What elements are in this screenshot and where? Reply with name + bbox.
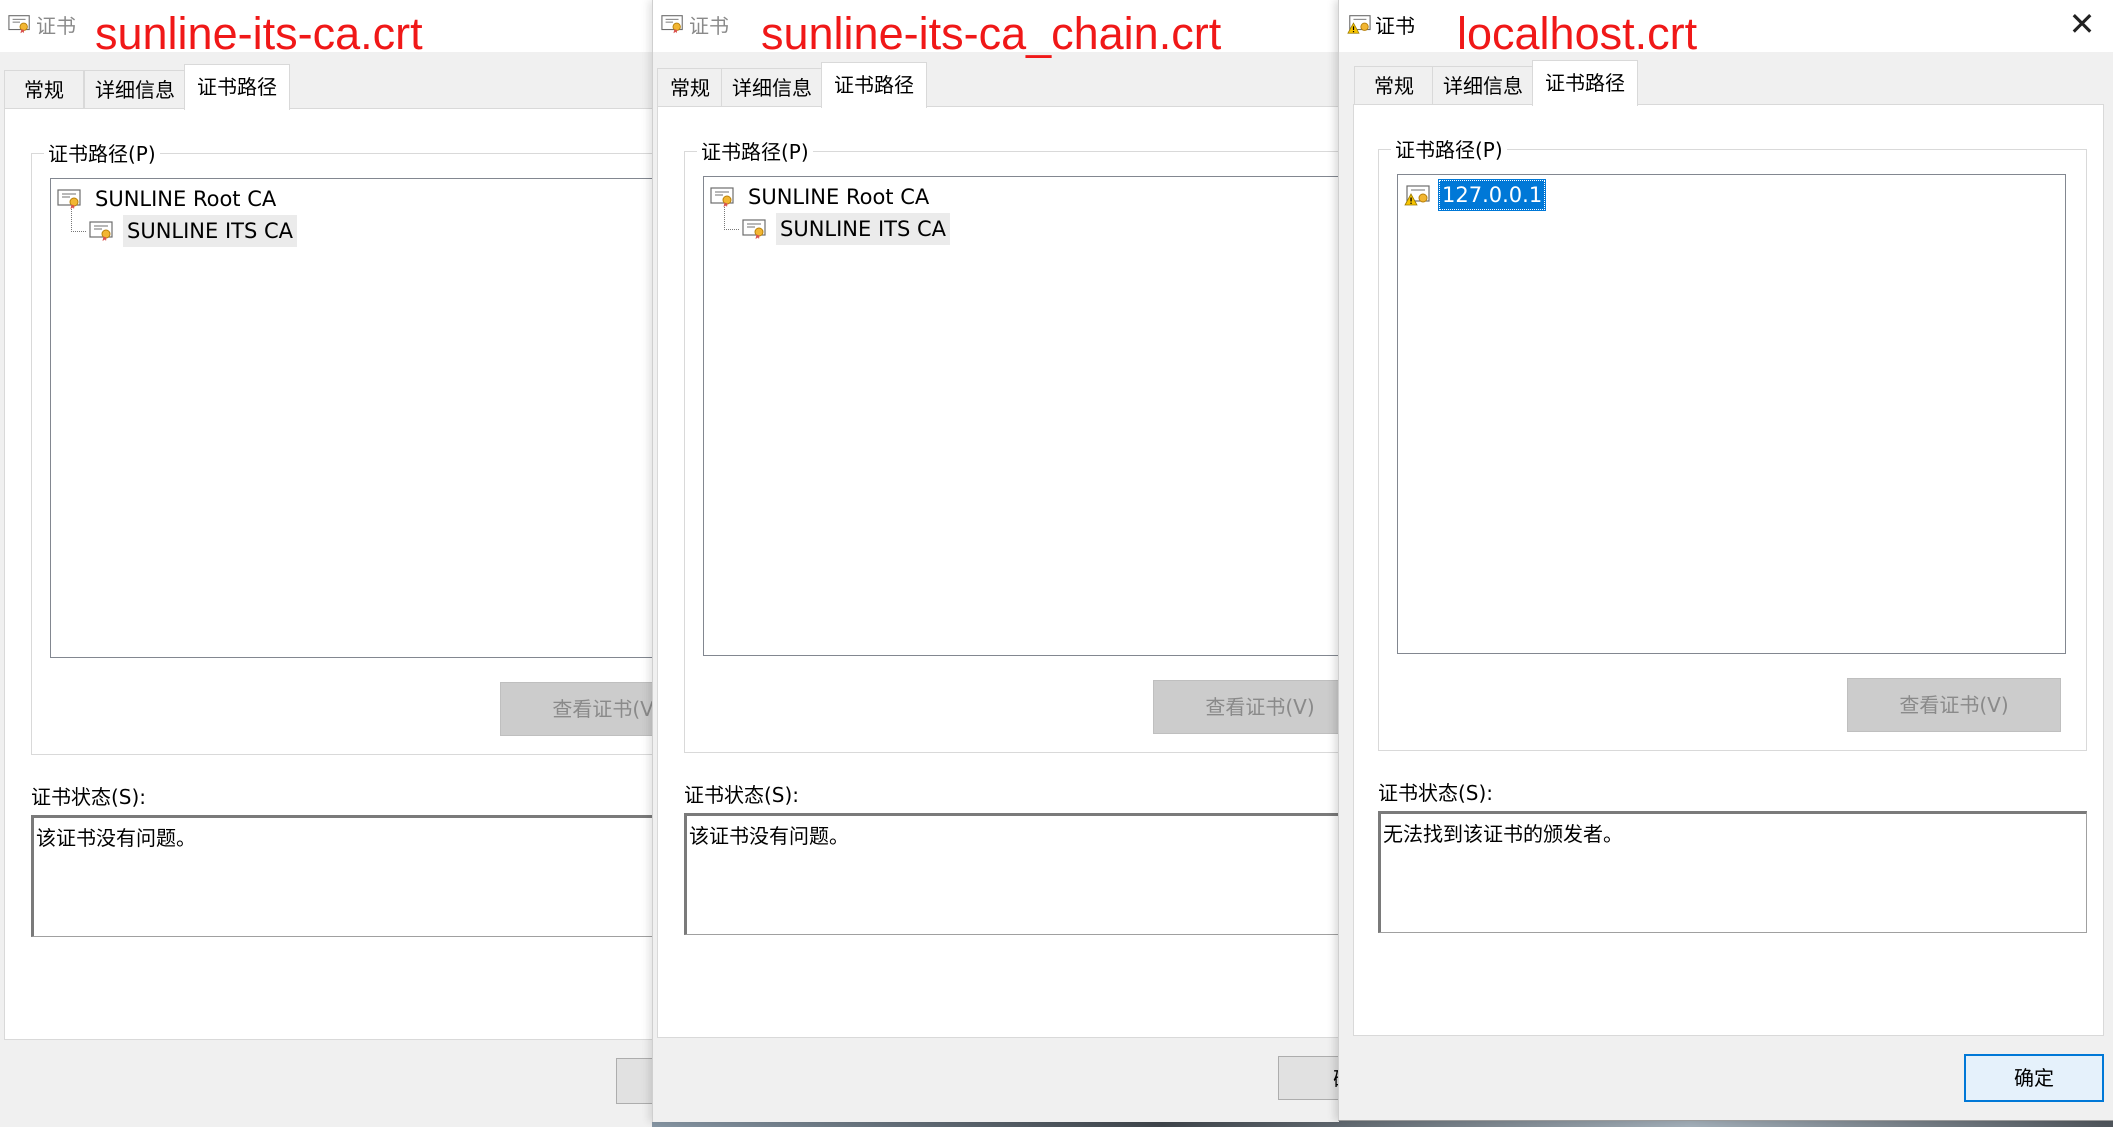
window-title: 证书 — [1375, 14, 1415, 38]
tab-certification-path[interactable]: 证书路径 — [184, 64, 290, 110]
tree-connector — [724, 207, 739, 230]
certificate-icon — [8, 13, 32, 35]
group-label: 证书路径(P) — [1391, 134, 1507, 163]
certificate-status-label: 证书状态(S): — [31, 785, 147, 809]
ok-button[interactable]: 确定 — [1964, 1054, 2104, 1102]
tab-panel: 证书路径(P) 127.0.0.1 查看证书(V) 证书状态(S): 无法找到该… — [1353, 104, 2104, 1036]
tab-details[interactable]: 详细信息 — [721, 68, 823, 107]
tab-panel: 证书路径(P) SUNLINE Root CA SUNLINE ITS CA 查… — [657, 106, 1339, 1038]
ok-button[interactable]: 确 — [1278, 1056, 1339, 1100]
tree-node-label: 127.0.0.1 — [1438, 179, 1547, 211]
tree-node-label: SUNLINE Root CA — [748, 185, 930, 209]
tree-node-label: SUNLINE ITS CA — [123, 215, 298, 247]
group-label: 证书路径(P) — [697, 136, 813, 165]
tab-general[interactable]: 常规 — [4, 70, 84, 109]
certificate-status-box[interactable]: 该证书没有问题。 — [31, 815, 652, 937]
certificate-status-text: 无法找到该证书的颁发者。 — [1383, 822, 1623, 846]
tab-certification-path[interactable]: 证书路径 — [821, 62, 927, 108]
certificate-tree[interactable]: SUNLINE Root CA SUNLINE ITS CA — [703, 176, 1339, 656]
certificate-icon — [89, 220, 115, 242]
tab-certification-path[interactable]: 证书路径 — [1532, 60, 1638, 106]
certificate-icon — [710, 186, 736, 208]
certificate-status-box[interactable]: 该证书没有问题。 — [684, 813, 1339, 935]
close-icon[interactable]: ✕ — [2062, 4, 2102, 44]
certificate-icon — [742, 218, 768, 240]
tab-details[interactable]: 详细信息 — [84, 70, 186, 109]
certificate-dialog-1: 证书 sunline-its-ca.crt 常规 详细信息 证书路径 证书路径(… — [0, 0, 652, 1127]
certificate-status-label: 证书状态(S): — [1378, 781, 1494, 805]
group-label: 证书路径(P) — [44, 138, 160, 167]
certification-path-group: 证书路径(P) 127.0.0.1 查看证书(V) — [1378, 134, 2087, 751]
window-title: 证书 — [689, 14, 729, 38]
tree-connector — [71, 209, 86, 232]
certificate-status-text: 该证书没有问题。 — [36, 826, 196, 850]
tab-panel: 证书路径(P) SUNLINE Root CA SUNLINE ITS CA 查… — [4, 108, 652, 1040]
certificate-dialog-3: 证书 localhost.crt ✕ 常规 详细信息 证书路径 证书路径(P) … — [1338, 0, 2113, 1121]
certification-path-group: 证书路径(P) SUNLINE Root CA SUNLINE ITS CA 查… — [684, 136, 1339, 753]
ok-button[interactable] — [616, 1058, 652, 1104]
title-bar[interactable]: 证书 sunline-its-ca_chain.crt — [653, 0, 1339, 59]
certificate-icon — [661, 13, 685, 35]
certificate-icon — [57, 188, 83, 210]
title-bar[interactable]: 证书 sunline-its-ca.crt — [0, 0, 652, 59]
certificate-warning-icon — [1347, 13, 1371, 35]
tree-node-label: SUNLINE ITS CA — [776, 213, 951, 245]
tab-general[interactable]: 常规 — [1354, 66, 1434, 105]
certificate-dialog-2: 证书 sunline-its-ca_chain.crt 常规 详细信息 证书路径… — [652, 0, 1339, 1122]
tree-node-label: SUNLINE Root CA — [95, 187, 277, 211]
annotation-label: sunline-its-ca_chain.crt — [761, 8, 1222, 59]
annotation-label: sunline-its-ca.crt — [95, 8, 423, 59]
view-certificate-button[interactable]: 查看证书(V) — [500, 682, 652, 736]
certificate-warning-icon — [1404, 184, 1430, 206]
certificate-status-box[interactable]: 无法找到该证书的颁发者。 — [1378, 811, 2087, 933]
certificate-tree[interactable]: 127.0.0.1 — [1397, 174, 2066, 654]
certificate-tree[interactable]: SUNLINE Root CA SUNLINE ITS CA — [50, 178, 652, 658]
title-bar[interactable]: 证书 localhost.crt ✕ — [1339, 0, 2113, 59]
view-certificate-button[interactable]: 查看证书(V) — [1153, 680, 1339, 734]
annotation-label: localhost.crt — [1457, 8, 1698, 59]
view-certificate-button[interactable]: 查看证书(V) — [1847, 678, 2061, 732]
certificate-status-text: 该证书没有问题。 — [689, 824, 849, 848]
tab-details[interactable]: 详细信息 — [1432, 66, 1534, 105]
tab-general[interactable]: 常规 — [657, 68, 723, 107]
window-title: 证书 — [36, 14, 76, 38]
certificate-status-label: 证书状态(S): — [684, 783, 800, 807]
certification-path-group: 证书路径(P) SUNLINE Root CA SUNLINE ITS CA 查… — [31, 138, 652, 755]
